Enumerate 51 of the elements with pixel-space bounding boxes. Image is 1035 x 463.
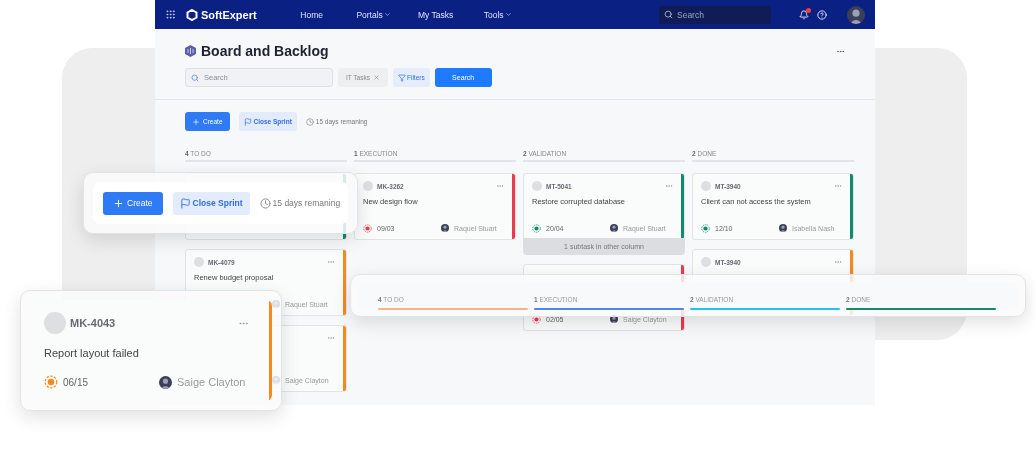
more-icon[interactable] [834, 182, 842, 190]
more-icon[interactable] [834, 258, 842, 266]
search-icon [664, 10, 673, 19]
task-id: MK-4043 [70, 317, 116, 329]
close-sprint-button[interactable]: Close Sprint [172, 191, 250, 215]
create-button[interactable]: Create [103, 191, 163, 215]
avatar-placeholder [701, 181, 711, 191]
task-title: Report layout failed [44, 347, 139, 359]
status-icon [363, 223, 372, 233]
nav-link[interactable]: My Tasks [404, 9, 467, 20]
nav-search-field[interactable]: Search [659, 5, 771, 24]
hexagon-icon [185, 45, 196, 57]
bell-icon[interactable] [799, 9, 809, 20]
status-icon [532, 223, 541, 233]
nav-link[interactable]: Home [280, 9, 343, 20]
plus-icon [192, 117, 200, 126]
status-icon [44, 375, 58, 389]
logo-icon [186, 8, 198, 21]
clock-icon [259, 197, 271, 209]
assignee-name: Saige Clayton [177, 376, 246, 388]
brand-name: SoftExpert [201, 8, 257, 21]
search-icon [191, 73, 199, 82]
avatar-icon [847, 5, 865, 24]
avatar-placeholder [194, 257, 204, 267]
close-icon[interactable] [372, 74, 380, 81]
due-date: 06/15 [63, 376, 89, 388]
remaining-time: 15 days remaning [272, 198, 341, 208]
more-icon[interactable] [496, 182, 504, 190]
apps-grid-icon[interactable] [165, 9, 176, 20]
flag-icon [243, 117, 252, 126]
flag-icon [179, 197, 191, 209]
funnel-icon [397, 73, 406, 82]
nav-link[interactable]: Tools [466, 9, 529, 20]
avatar-placeholder [44, 312, 66, 334]
clock-icon [305, 117, 314, 126]
avatar-icon [779, 224, 787, 232]
nav-link[interactable]: Portals [342, 9, 405, 20]
more-icon[interactable] [327, 258, 335, 266]
more-icon[interactable] [665, 182, 673, 190]
more-icon[interactable] [327, 334, 335, 342]
avatar-placeholder [363, 181, 373, 191]
plus-icon [113, 197, 124, 209]
status-icon [701, 223, 710, 233]
avatar-placeholder [532, 181, 542, 191]
help-icon[interactable] [817, 9, 827, 20]
avatar-icon [610, 224, 618, 232]
avatar-icon [441, 224, 449, 232]
avatar-placeholder [701, 257, 711, 267]
status-icon [532, 314, 541, 324]
avatar-icon [159, 375, 172, 389]
page-title: Board and Backlog [201, 43, 329, 59]
